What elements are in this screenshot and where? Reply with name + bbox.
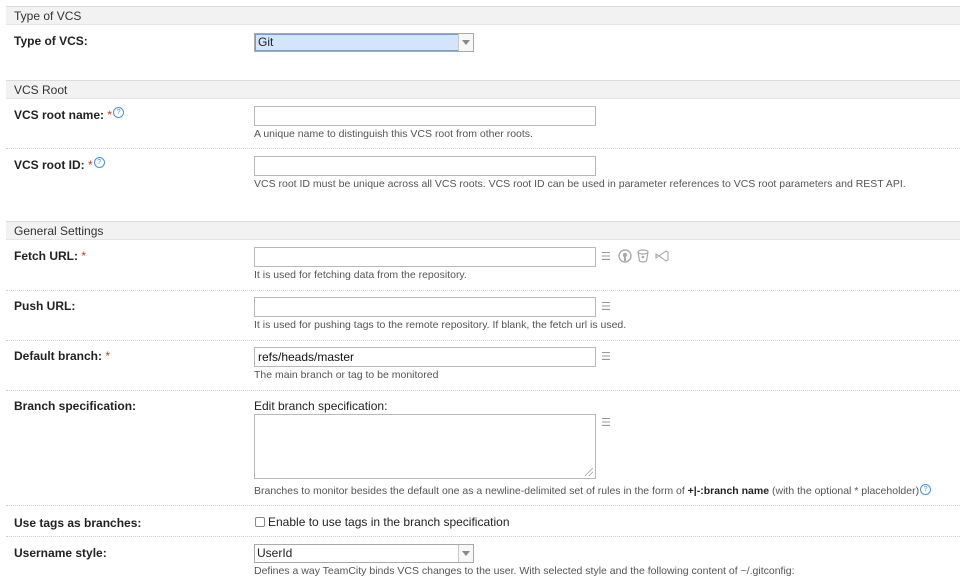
visualstudio-icon[interactable] xyxy=(655,250,669,262)
default-branch-input[interactable] xyxy=(254,347,596,367)
type-of-vcs-value: Git xyxy=(255,34,460,51)
list-icon[interactable]: ☰ xyxy=(601,351,611,363)
chevron-down-icon[interactable] xyxy=(458,545,473,562)
row-divider xyxy=(6,340,960,341)
use-tags-checkbox-label[interactable]: Enable to use tags in the branch specifi… xyxy=(268,515,510,529)
vcs-root-name-note: A unique name to distinguish this VCS ro… xyxy=(254,128,533,140)
branch-spec-note-bold: +|-:branch name xyxy=(687,485,770,497)
use-tags-label: Use tags as branches: xyxy=(14,516,142,530)
section-header-type-of-vcs: Type of VCS xyxy=(6,6,960,25)
push-url-input[interactable] xyxy=(254,297,596,317)
type-of-vcs-label: Type of VCS: xyxy=(14,34,88,48)
fetch-url-label-text: Fetch URL: xyxy=(14,249,78,263)
help-icon[interactable]: ? xyxy=(113,107,125,118)
branch-spec-note: Branches to monitor besides the default … xyxy=(254,484,932,497)
default-branch-label-text: Default branch: xyxy=(14,349,103,363)
list-icon[interactable]: ☰ xyxy=(601,301,611,313)
section-header-vcs-root: VCS Root xyxy=(6,80,960,99)
required-marker: * xyxy=(105,349,111,363)
username-style-select[interactable]: UserId xyxy=(254,544,474,563)
branch-spec-textarea[interactable] xyxy=(254,414,596,479)
vcs-root-id-label: VCS root ID: *? xyxy=(14,157,105,172)
type-of-vcs-select[interactable]: Git xyxy=(254,33,474,52)
row-divider xyxy=(6,505,960,506)
help-icon[interactable]: ? xyxy=(920,484,932,495)
vcs-root-name-label-text: VCS root name: xyxy=(14,108,105,122)
push-url-label: Push URL: xyxy=(14,299,76,313)
username-style-value: UserId xyxy=(257,546,293,560)
default-branch-note: The main branch or tag to be monitored xyxy=(254,369,439,381)
required-marker: * xyxy=(88,158,93,172)
bitbucket-icon[interactable] xyxy=(637,249,649,263)
branch-spec-editor-label: Edit branch specification: xyxy=(254,399,388,413)
required-marker: * xyxy=(107,108,113,122)
list-icon[interactable]: ☰ xyxy=(601,417,611,429)
username-style-note: Defines a way TeamCity binds VCS changes… xyxy=(254,565,795,577)
resize-handle-icon[interactable] xyxy=(585,468,593,476)
use-tags-checkbox[interactable] xyxy=(255,517,265,527)
vcs-root-id-note: VCS root ID must be unique across all VC… xyxy=(254,178,906,190)
vcs-root-name-label: VCS root name: *? xyxy=(14,107,125,122)
chevron-down-icon[interactable] xyxy=(458,34,473,51)
help-icon[interactable]: ? xyxy=(93,157,105,168)
username-style-label: Username style: xyxy=(14,546,107,560)
branch-spec-note-prefix: Branches to monitor besides the default … xyxy=(254,485,688,497)
default-branch-label: Default branch: * xyxy=(14,349,110,363)
required-marker: * xyxy=(81,249,87,263)
section-header-general-settings: General Settings xyxy=(6,221,960,240)
push-url-note: It is used for pushing tags to the remot… xyxy=(254,319,627,331)
vcs-root-id-input[interactable] xyxy=(254,156,596,176)
branch-spec-label: Branch specification: xyxy=(14,399,137,413)
row-divider xyxy=(6,390,960,391)
vcs-root-name-input[interactable] xyxy=(254,106,596,126)
fetch-url-label: Fetch URL: * xyxy=(14,249,86,263)
list-icon[interactable]: ☰ xyxy=(601,251,611,263)
fetch-url-note: It is used for fetching data from the re… xyxy=(254,269,467,281)
row-divider xyxy=(6,148,960,149)
github-icon[interactable] xyxy=(618,249,632,263)
fetch-url-input[interactable] xyxy=(254,247,596,267)
row-divider xyxy=(6,290,960,291)
vcs-root-id-label-text: VCS root ID: xyxy=(14,158,85,172)
branch-spec-note-suffix: (with the optional * placeholder) xyxy=(769,485,920,497)
row-divider xyxy=(6,536,960,537)
